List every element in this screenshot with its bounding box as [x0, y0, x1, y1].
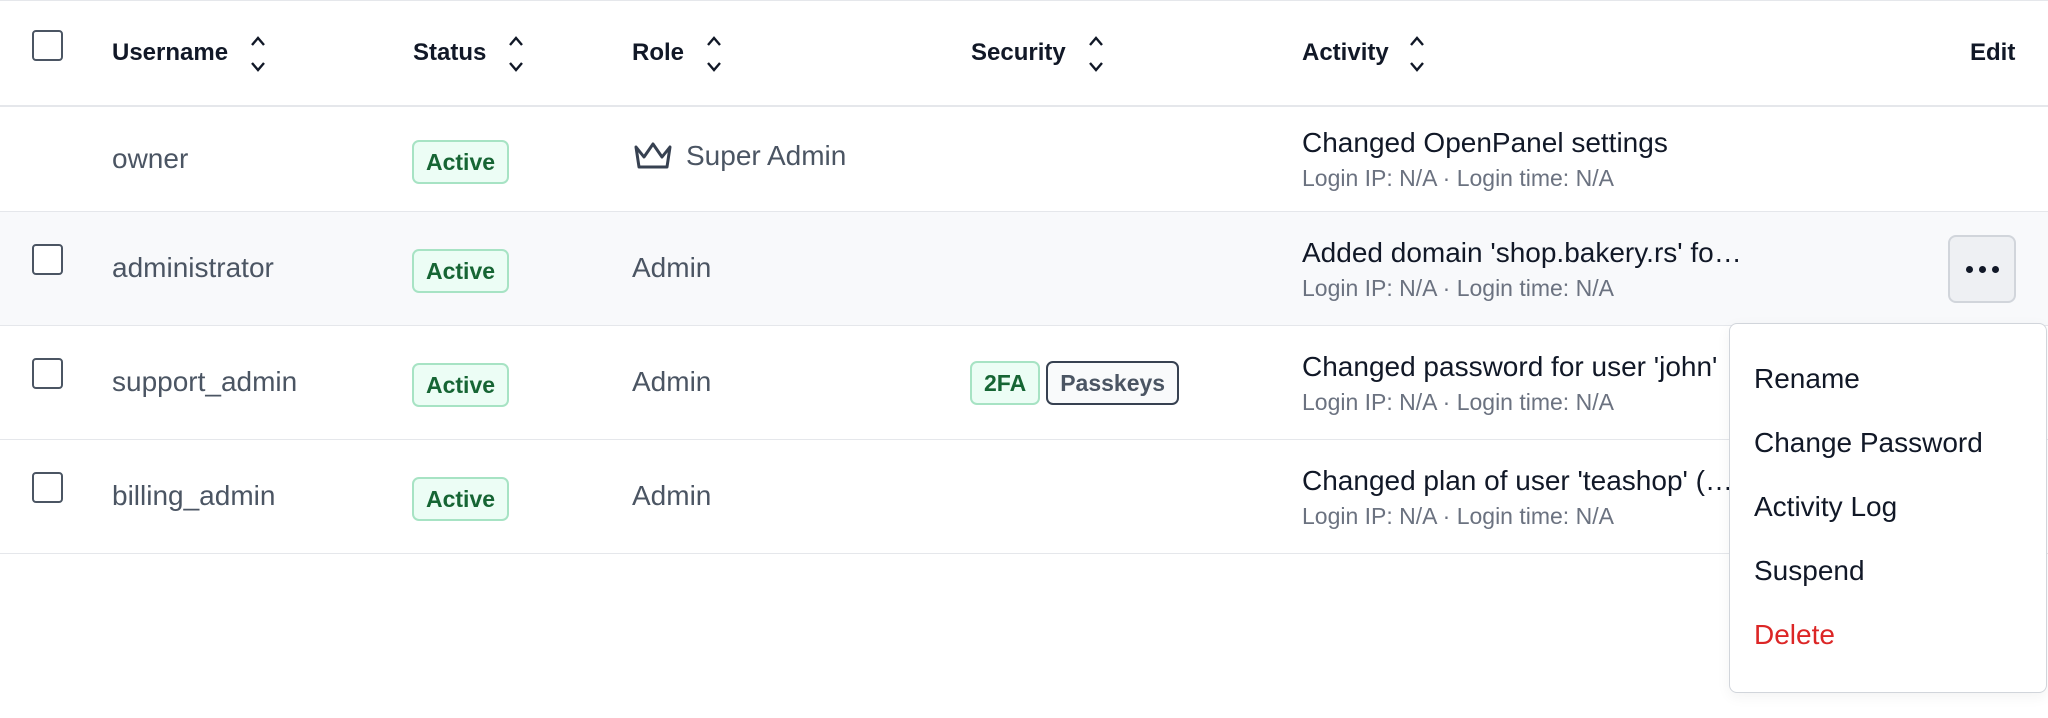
activity-cell: Changed OpenPanel settings Login IP: N/A… [1302, 127, 1742, 192]
status-badge: Active [412, 363, 510, 407]
column-header-status[interactable]: Status [413, 39, 486, 67]
sort-activity-icon[interactable] [1408, 33, 1426, 75]
row-checkbox[interactable] [32, 358, 63, 389]
activity-title: Added domain 'shop.bakery.rs' fo… [1302, 237, 1742, 268]
status-badge: Active [412, 140, 510, 184]
activity-meta: Login IP: N/A · Login time: N/A [1302, 165, 1614, 191]
role-cell: Admin [632, 480, 712, 511]
role-cell: Admin [632, 252, 712, 283]
activity-cell: Changed password for user 'john' Login I… [1302, 351, 1742, 416]
activity-title: Changed plan of user 'teashop' (v… [1302, 465, 1742, 496]
menu-item-change-password[interactable]: Change Password [1730, 426, 2046, 490]
column-header-edit: Edit [1970, 39, 2016, 66]
activity-meta: Login IP: N/A · Login time: N/A [1302, 503, 1614, 529]
sort-username-icon[interactable] [249, 33, 267, 75]
row-checkbox[interactable] [32, 472, 63, 503]
2fa-badge: 2FA [970, 361, 1041, 405]
activity-meta: Login IP: N/A · Login time: N/A [1302, 389, 1614, 415]
column-header-security[interactable]: Security [971, 39, 1066, 67]
menu-item-delete[interactable]: Delete [1730, 618, 2046, 682]
username-cell: administrator [112, 252, 274, 283]
column-header-username[interactable]: Username [112, 39, 228, 67]
row-actions-button[interactable] [1948, 235, 2016, 303]
activity-cell: Changed plan of user 'teashop' (v… Login… [1302, 465, 1742, 530]
activity-cell: Added domain 'shop.bakery.rs' fo… Login … [1302, 237, 1742, 302]
more-horizontal-icon [1965, 265, 1999, 273]
sort-security-icon[interactable] [1087, 33, 1105, 75]
username-cell: billing_admin [112, 480, 276, 511]
status-badge: Active [412, 477, 510, 521]
security-cell: 2FA Passkeys [970, 361, 1180, 405]
menu-item-suspend[interactable]: Suspend [1730, 554, 2046, 618]
activity-title: Changed OpenPanel settings [1302, 127, 1668, 158]
row-checkbox[interactable] [32, 244, 63, 275]
column-header-role[interactable]: Role [632, 39, 684, 67]
role-cell: Admin [632, 366, 712, 397]
select-all-checkbox[interactable] [32, 30, 63, 61]
sort-status-icon[interactable] [507, 33, 525, 75]
username-cell: owner [112, 143, 189, 174]
table-row[interactable]: administrator Active Admin Added domain … [0, 212, 2048, 326]
crown-icon [634, 142, 672, 169]
role-label: Super Admin [686, 140, 847, 171]
row-actions-menu: Rename Change Password Activity Log Susp… [1729, 323, 2047, 693]
menu-item-activity-log[interactable]: Activity Log [1730, 490, 2046, 554]
table-header: Username Status Role Security Activity E… [0, 0, 2048, 107]
column-header-activity[interactable]: Activity [1302, 39, 1389, 67]
activity-meta: Login IP: N/A · Login time: N/A [1302, 275, 1614, 301]
status-badge: Active [412, 249, 510, 293]
activity-title: Changed password for user 'john' [1302, 351, 1718, 382]
role-cell: Super Admin [632, 139, 846, 173]
username-cell: support_admin [112, 366, 298, 397]
table-row: owner Active Super Admin Changed OpenPan… [0, 107, 2048, 212]
passkeys-badge: Passkeys [1046, 361, 1180, 405]
menu-item-rename[interactable]: Rename [1730, 362, 2046, 426]
sort-role-icon[interactable] [705, 33, 723, 75]
